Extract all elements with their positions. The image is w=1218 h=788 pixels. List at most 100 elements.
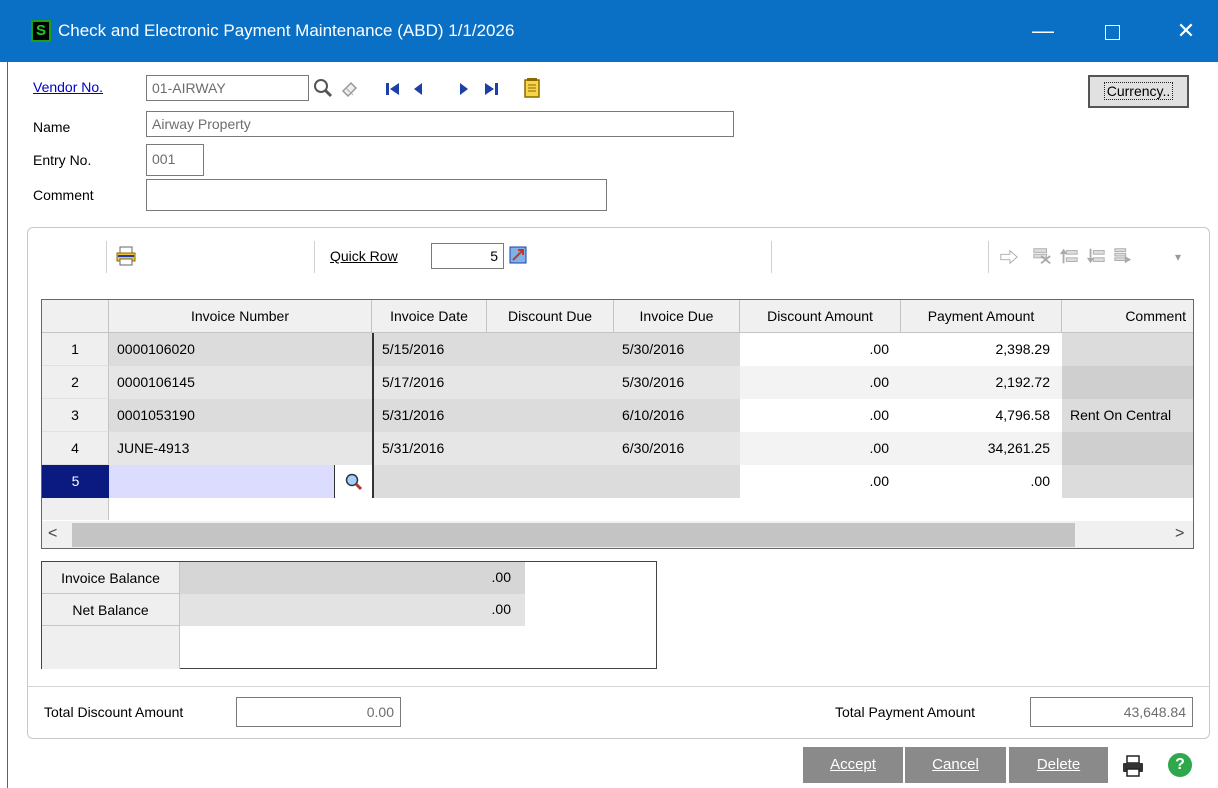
accept-button[interactable]: Accept — [803, 747, 904, 783]
comment-field[interactable] — [146, 179, 607, 211]
name-label: Name — [33, 119, 71, 135]
invoice-date-cell[interactable] — [372, 465, 487, 498]
invoice-number-cell[interactable]: 0000106020 — [109, 333, 372, 366]
invoice-number-cell[interactable]: JUNE-4913 — [109, 432, 372, 465]
scroll-right-arrow[interactable]: > — [1175, 525, 1184, 543]
magnifier-icon — [345, 473, 362, 490]
discount-amount-cell[interactable]: .00 — [740, 333, 901, 366]
invoice-number-input[interactable] — [109, 465, 334, 498]
invoice-lookup-button[interactable] — [334, 465, 372, 498]
column-header-invoice-date[interactable]: Invoice Date — [372, 300, 487, 333]
invoice-due-cell[interactable]: 5/30/2016 — [614, 333, 740, 366]
column-header-payment-amount[interactable]: Payment Amount — [901, 300, 1062, 333]
cancel-button[interactable]: Cancel — [905, 747, 1007, 783]
invoice-due-cell[interactable]: 6/10/2016 — [614, 399, 740, 432]
discount-amount-cell[interactable]: .00 — [740, 465, 901, 498]
discount-due-cell[interactable] — [487, 465, 614, 498]
invoice-date-cell[interactable]: 5/31/2016 — [372, 399, 487, 432]
maximize-icon — [1104, 24, 1120, 40]
payment-amount-cell[interactable]: .00 — [901, 465, 1062, 498]
scrollbar-thumb[interactable] — [72, 523, 1075, 547]
help-icon[interactable]: ? — [1168, 753, 1192, 777]
memo-icon[interactable] — [522, 78, 542, 98]
row-number[interactable]: 3 — [42, 399, 109, 432]
discount-due-cell[interactable] — [487, 333, 614, 366]
close-button[interactable]: ✕ — [1163, 14, 1209, 48]
comment-cell[interactable]: Rent On Central — [1062, 399, 1193, 432]
vendor-no-field[interactable]: 01-AIRWAY — [146, 75, 309, 101]
maximize-button[interactable] — [1089, 14, 1135, 48]
comment-cell[interactable] — [1062, 432, 1193, 465]
delete-button-label: Delete — [1036, 756, 1081, 773]
invoice-number-cell[interactable]: 0001053190 — [109, 399, 372, 432]
grid-corner — [42, 300, 109, 333]
balance-filler — [42, 626, 180, 669]
column-header-discount-due[interactable]: Discount Due — [487, 300, 614, 333]
payment-amount-cell[interactable]: 4,796.58 — [901, 399, 1062, 432]
scroll-left-arrow[interactable]: < — [48, 525, 57, 543]
currency-button-label: Currency.. — [1103, 82, 1174, 100]
comment-cell[interactable] — [1062, 465, 1193, 498]
vendor-no-link[interactable]: Vendor No. — [33, 78, 103, 96]
invoice-date-cell[interactable]: 5/31/2016 — [372, 432, 487, 465]
invoice-balance-value: .00 — [180, 562, 525, 594]
invoice-date-cell[interactable]: 5/15/2016 — [372, 333, 487, 366]
eraser-icon[interactable] — [340, 78, 360, 98]
copy-row-icon[interactable] — [1113, 246, 1133, 266]
invoice-balance-label: Invoice Balance — [42, 562, 180, 594]
discount-due-cell[interactable] — [487, 399, 614, 432]
currency-button[interactable]: Currency.. — [1088, 75, 1189, 108]
column-header-comment[interactable]: Comment — [1062, 300, 1193, 333]
next-record-icon[interactable] — [454, 79, 474, 99]
comment-label: Comment — [33, 187, 94, 203]
invoice-number-cell[interactable]: 0000106145 — [109, 366, 372, 399]
discount-due-cell[interactable] — [487, 366, 614, 399]
comment-cell[interactable] — [1062, 366, 1193, 399]
last-record-icon[interactable] — [481, 79, 501, 99]
window-border — [7, 62, 8, 788]
app-icon: S — [31, 20, 51, 42]
invoice-due-cell[interactable]: 6/30/2016 — [614, 432, 740, 465]
row-number[interactable]: 4 — [42, 432, 109, 465]
payment-amount-cell[interactable]: 2,398.29 — [901, 333, 1062, 366]
printer-grid-icon[interactable] — [114, 245, 138, 267]
move-row-down-icon[interactable] — [1086, 246, 1106, 266]
invoice-date-cell[interactable]: 5/17/2016 — [372, 366, 487, 399]
row-number-selected[interactable]: 5 — [42, 465, 109, 498]
minimize-button[interactable]: — — [1020, 14, 1066, 48]
delete-button[interactable]: Delete — [1009, 747, 1109, 783]
payment-amount-cell[interactable]: 2,192.72 — [901, 366, 1062, 399]
delete-row-icon[interactable] — [1032, 246, 1052, 266]
balance-box: Invoice Balance .00 Net Balance .00 — [41, 561, 657, 669]
column-header-invoice-due[interactable]: Invoice Due — [614, 300, 740, 333]
horizontal-scrollbar[interactable]: < > — [42, 521, 1193, 548]
comment-cell[interactable] — [1062, 333, 1193, 366]
row-number[interactable]: 2 — [42, 366, 109, 399]
payment-amount-cell[interactable]: 34,261.25 — [901, 432, 1062, 465]
quick-row-field[interactable]: 5 — [431, 243, 504, 269]
toolbar-dropdown-icon[interactable]: ▾ — [1175, 248, 1181, 266]
column-header-invoice-number[interactable]: Invoice Number — [109, 300, 372, 333]
total-discount-label: Total Discount Amount — [44, 704, 184, 720]
window-title: Check and Electronic Payment Maintenance… — [58, 21, 515, 40]
discount-amount-cell[interactable]: .00 — [740, 432, 901, 465]
name-field[interactable]: Airway Property — [146, 111, 734, 137]
quick-row-label-text: Quick Row — [330, 248, 398, 264]
discount-due-cell[interactable] — [487, 432, 614, 465]
move-row-up-icon[interactable] — [1059, 246, 1079, 266]
invoice-due-cell[interactable]: 5/30/2016 — [614, 366, 740, 399]
first-record-icon[interactable] — [383, 79, 403, 99]
quick-row-go-icon[interactable] — [508, 245, 528, 265]
net-balance-label: Net Balance — [42, 594, 180, 626]
previous-record-icon[interactable] — [408, 79, 428, 99]
invoice-due-cell[interactable] — [614, 465, 740, 498]
discount-amount-cell[interactable]: .00 — [740, 399, 901, 432]
column-header-discount-amount[interactable]: Discount Amount — [740, 300, 901, 333]
insert-row-icon[interactable] — [999, 247, 1019, 267]
totals-divider — [28, 686, 1209, 687]
magnifier-icon[interactable] — [313, 78, 333, 98]
row-number[interactable]: 1 — [42, 333, 109, 366]
entry-no-field[interactable]: 001 — [146, 144, 204, 176]
discount-amount-cell[interactable]: .00 — [740, 366, 901, 399]
printer-icon[interactable] — [1120, 753, 1146, 779]
